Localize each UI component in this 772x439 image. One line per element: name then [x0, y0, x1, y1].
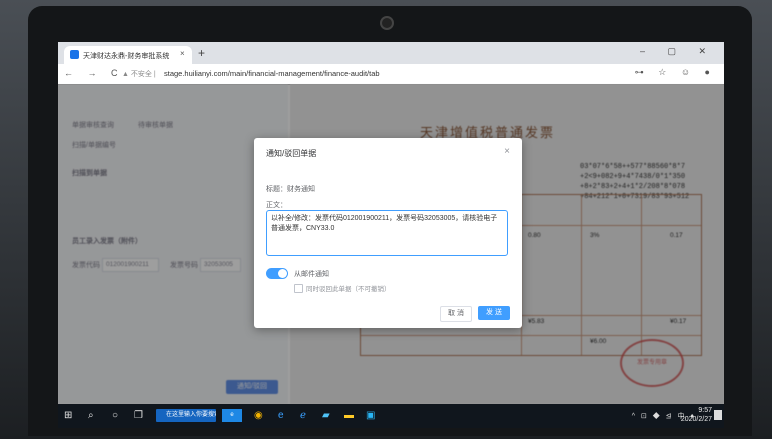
dialog-title: 通知/驳回单据	[266, 149, 317, 158]
ie-icon[interactable]: ℯ	[300, 410, 306, 421]
send-button[interactable]: 发 送	[478, 306, 510, 320]
taskbar-app-icon[interactable]: e	[222, 409, 242, 422]
edge-icon[interactable]: e	[278, 410, 284, 421]
reject-checkbox-label: 同时驳回此单据（不可撤销）	[306, 286, 391, 293]
browser-tab-bar: 天津财达永鼎-财务审批系统 × + – ▢ ✕	[58, 42, 724, 64]
task-view-icon[interactable]: ❐	[134, 410, 143, 421]
store-icon[interactable]: ▰	[322, 410, 330, 421]
reject-checkbox[interactable]	[294, 284, 303, 293]
toggle-knob	[278, 269, 287, 278]
dialog-body-label: 正文：	[266, 202, 287, 209]
screen: 天津财达永鼎-财务审批系统 × + – ▢ ✕ ← → C ▲ 不安全 | st…	[58, 42, 724, 428]
close-icon[interactable]: ×	[504, 146, 510, 157]
nav-buttons[interactable]: ← → C	[64, 68, 124, 78]
insecure-label: ▲ 不安全 |	[122, 71, 156, 78]
cancel-button[interactable]: 取 消	[440, 306, 472, 322]
tab-close-icon[interactable]: ×	[180, 49, 185, 58]
window-controls[interactable]: – ▢ ✕	[640, 46, 716, 57]
webcam	[380, 16, 394, 30]
dialog-title-field: 标题：财务通知	[266, 186, 315, 193]
clock[interactable]: 9:57 2020/2/27	[672, 406, 712, 424]
clock-date: 2020/2/27	[680, 416, 712, 423]
email-notify-toggle[interactable]	[266, 268, 288, 279]
browser-tab[interactable]: 天津财达永鼎-财务审批系统 ×	[64, 46, 192, 64]
start-icon[interactable]: ⊞	[64, 410, 72, 421]
cortana-icon[interactable]: ○	[112, 410, 118, 421]
chrome-icon[interactable]: ◉	[254, 410, 263, 421]
url-text[interactable]: stage.huilianyi.com/main/financial-manag…	[164, 69, 380, 78]
url-box[interactable]: ▲ 不安全 | stage.huilianyi.com/main/financi…	[122, 67, 622, 81]
folder-icon[interactable]: ▬	[344, 410, 354, 421]
dialog-body-textarea[interactable]: 以补全/修改：发票代码012001900211，发票号码32053005，请核验…	[266, 210, 508, 256]
clock-time: 9:57	[698, 407, 712, 414]
address-bar: ← → C ▲ 不安全 | stage.huilianyi.com/main/f…	[58, 64, 724, 85]
new-tab-button[interactable]: +	[198, 46, 205, 60]
notify-dialog: 通知/驳回单据 × 标题：财务通知 正文： 以补全/修改：发票代码0120019…	[254, 138, 522, 328]
laptop-body: 天津财达永鼎-财务审批系统 × + – ▢ ✕ ← → C ▲ 不安全 | st…	[0, 0, 772, 439]
taskbar-search-box[interactable]: 在这里输入你要搜索的内容	[156, 409, 216, 422]
search-icon[interactable]: ⌕	[88, 410, 94, 421]
notification-icon[interactable]	[714, 410, 722, 420]
photos-icon[interactable]: ▣	[366, 410, 375, 421]
email-notify-label: 从邮件通知	[294, 271, 329, 278]
favicon-icon	[70, 50, 79, 59]
windows-taskbar: ⊞ ⌕ ○ ❐ 在这里输入你要搜索的内容 e ◉ e ℯ ▰ ▬ ▣ ^ ⊡ ◆…	[58, 404, 724, 428]
address-icons[interactable]: ⊶ ☆ ☺ ●	[635, 67, 716, 78]
tab-title: 天津财达永鼎-财务审批系统	[83, 53, 170, 60]
